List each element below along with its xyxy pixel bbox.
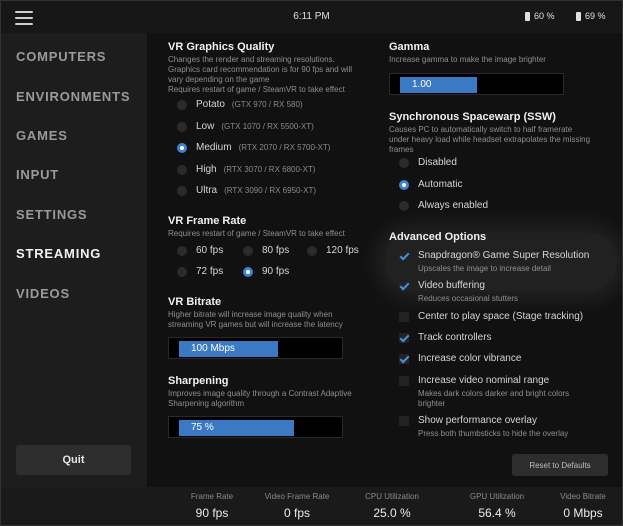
option-snapdragon-description: Upscales the image to increase detail <box>418 264 551 273</box>
headset-battery: 69 % <box>576 11 606 21</box>
sidebar: COMPUTERS ENVIRONMENTS GAMES INPUT SETTI… <box>1 33 147 487</box>
graphics-option-medium[interactable]: Medium (RTX 2070 / RX 5700-XT) <box>177 142 330 153</box>
radio-selected-icon <box>243 266 253 277</box>
ssw-description: Causes PC to automatically switch to hal… <box>389 125 591 154</box>
gamma-value: 1.00 <box>412 79 432 90</box>
bitrate-title: VR Bitrate <box>168 296 222 308</box>
stat-video-frame-rate: Video Frame Rate 0 fps <box>264 492 330 520</box>
frame-rate-option-90[interactable]: 90 fps <box>243 266 289 277</box>
graphics-option-ultra[interactable]: Ultra (RTX 3090 / RX 6950-XT) <box>177 185 316 196</box>
frame-rate-description: Requires restart of game / SteamVR to ta… <box>168 229 345 238</box>
ssw-title: Synchronous Spacewarp (SSW) <box>389 111 556 123</box>
option-video-buffering[interactable]: Video buffering <box>399 280 485 291</box>
ssw-option-disabled[interactable]: Disabled <box>399 157 457 168</box>
radio-icon <box>177 245 187 256</box>
top-bar: 6:11 PM 60 % 69 % <box>1 1 622 33</box>
option-color-vibrance[interactable]: Increase color vibrance <box>399 353 521 364</box>
frame-rate-option-80[interactable]: 80 fps <box>243 245 289 256</box>
graphics-option-high[interactable]: High (RTX 3070 / RX 6800-XT) <box>177 164 315 175</box>
radio-icon <box>177 121 187 132</box>
option-video-buffering-description: Reduces occasional stutters <box>418 294 519 303</box>
sidebar-item-input[interactable]: INPUT <box>16 167 59 182</box>
option-performance-overlay[interactable]: Show performance overlay <box>399 415 537 426</box>
bitrate-value: 100 Mbps <box>191 343 235 354</box>
option-track-controllers[interactable]: Track controllers <box>399 332 492 343</box>
radio-icon <box>177 99 187 110</box>
sharpening-description: Improves image quality through a Contras… <box>168 389 352 408</box>
stat-video-bitrate: Video Bitrate 0 Mbps <box>560 492 606 520</box>
bitrate-description: Higher bitrate will increase image quali… <box>168 310 343 329</box>
sharpening-value: 75 % <box>191 422 214 433</box>
battery-icon <box>576 11 581 21</box>
controller-battery: 60 % <box>525 11 555 21</box>
checkbox-checked-icon <box>399 332 409 343</box>
battery-icon <box>525 11 530 21</box>
option-center-play-space[interactable]: Center to play space (Stage tracking) <box>399 311 583 322</box>
radio-icon <box>307 245 317 256</box>
gamma-description: Increase gamma to make the image brighte… <box>389 55 546 64</box>
checkbox-icon <box>399 375 409 386</box>
frame-rate-title: VR Frame Rate <box>168 215 247 227</box>
radio-icon <box>399 200 409 211</box>
option-snapdragon-super-resolution[interactable]: Snapdragon® Game Super Resolution <box>399 250 589 261</box>
bitrate-slider[interactable]: 100 Mbps <box>168 337 343 359</box>
radio-icon <box>177 266 187 277</box>
checkbox-checked-icon <box>399 353 409 364</box>
stat-frame-rate: Frame Rate 90 fps <box>190 492 234 520</box>
sharpening-title: Sharpening <box>168 375 229 387</box>
frame-rate-option-72[interactable]: 72 fps <box>177 266 223 277</box>
streaming-settings-panel: VR Graphics Quality Changes the render a… <box>147 33 622 487</box>
option-performance-overlay-description: Press both thumbsticks to hide the overl… <box>418 429 569 438</box>
radio-icon <box>399 157 409 168</box>
status-bar: Frame Rate 90 fps Video Frame Rate 0 fps C… <box>1 487 622 525</box>
graphics-quality-description: Changes the render and streaming resolut… <box>168 55 353 94</box>
checkbox-checked-icon <box>399 250 409 261</box>
radio-icon <box>177 185 187 196</box>
graphics-option-low[interactable]: Low (GTX 1070 / RX 5500-XT) <box>177 121 314 132</box>
radio-icon <box>243 245 253 256</box>
option-nominal-range-description: Makes dark colors darker and bright colo… <box>418 389 570 408</box>
option-video-nominal-range[interactable]: Increase video nominal range <box>399 375 549 386</box>
frame-rate-option-60[interactable]: 60 fps <box>177 245 223 256</box>
graphics-option-potato[interactable]: Potato (GTX 970 / RX 580) <box>177 99 303 110</box>
radio-selected-icon <box>399 179 409 190</box>
graphics-quality-title: VR Graphics Quality <box>168 41 275 53</box>
sidebar-item-games[interactable]: GAMES <box>16 128 68 143</box>
ssw-option-automatic[interactable]: Automatic <box>399 179 462 190</box>
frame-rate-option-120[interactable]: 120 fps <box>307 245 359 256</box>
checkbox-checked-icon <box>399 280 409 291</box>
radio-icon <box>177 164 187 175</box>
app-window: 6:11 PM 60 % 69 % COMPUTERS ENVIRONMENTS… <box>0 0 623 526</box>
gamma-slider[interactable]: 1.00 <box>389 73 564 95</box>
quit-button[interactable]: Quit <box>16 445 131 475</box>
sidebar-item-videos[interactable]: VIDEOS <box>16 286 70 301</box>
ssw-option-always-enabled[interactable]: Always enabled <box>399 200 488 211</box>
sidebar-item-settings[interactable]: SETTINGS <box>16 207 87 222</box>
checkbox-icon <box>399 311 409 322</box>
sidebar-item-streaming[interactable]: STREAMING <box>16 246 101 261</box>
reset-to-defaults-button[interactable]: Reset to Defaults <box>512 454 608 476</box>
radio-selected-icon <box>177 142 187 153</box>
sidebar-item-environments[interactable]: ENVIRONMENTS <box>16 89 130 104</box>
sharpening-slider[interactable]: 75 % <box>168 416 343 438</box>
checkbox-icon <box>399 415 409 426</box>
stat-gpu-utilization: GPU Utilization 56.4 % <box>469 492 525 520</box>
sidebar-item-computers[interactable]: COMPUTERS <box>16 49 106 64</box>
stat-cpu-utilization: CPU Utilization 25.0 % <box>365 492 419 520</box>
gamma-title: Gamma <box>389 41 430 53</box>
